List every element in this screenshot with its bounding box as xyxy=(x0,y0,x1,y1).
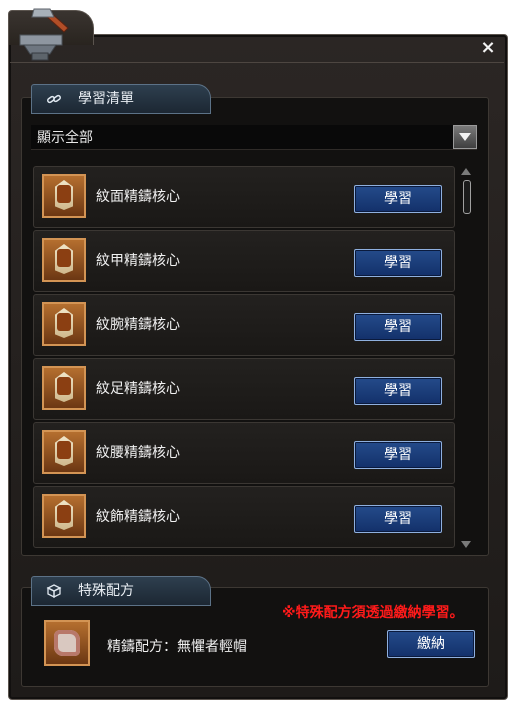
learn-button[interactable]: 學習 xyxy=(354,441,442,469)
filter-selected-value: 顯示全部 xyxy=(37,130,93,146)
learn-button[interactable]: 學習 xyxy=(354,377,442,405)
core-crystal-icon xyxy=(42,302,86,346)
item-name: 紋腕精鑄核心 xyxy=(96,317,180,333)
core-crystal-icon xyxy=(42,494,86,538)
special-recipe-title: 特殊配方 xyxy=(78,583,134,599)
recipe-scroll-icon xyxy=(44,620,90,666)
close-button[interactable]: × xyxy=(478,38,498,58)
core-crystal-icon xyxy=(42,174,86,218)
learn-button[interactable]: 學習 xyxy=(354,313,442,341)
scroll-thumb[interactable] xyxy=(463,180,471,214)
list-scrollbar[interactable] xyxy=(460,168,472,548)
learn-button[interactable]: 學習 xyxy=(354,249,442,277)
item-name: 紋面精鑄核心 xyxy=(96,189,180,205)
list-item: 紋面精鑄核心 學習 xyxy=(33,166,455,228)
core-crystal-icon xyxy=(42,430,86,474)
item-name: 紋足精鑄核心 xyxy=(96,381,180,397)
filter-dropdown[interactable]: 顯示全部 xyxy=(31,125,477,150)
anvil-hammer-icon xyxy=(19,8,69,61)
item-name: 紋飾精鑄核心 xyxy=(96,509,180,525)
list-item: 紋甲精鑄核心 學習 xyxy=(33,230,455,292)
learning-list-title: 學習清單 xyxy=(78,91,134,107)
list-item: 紋足精鑄核心 學習 xyxy=(33,358,455,420)
learning-item-list: 紋面精鑄核心 學習 紋甲精鑄核心 學習 紋腕精鑄核心 學習 紋足精鑄核心 學習 … xyxy=(33,166,455,550)
special-recipe-notice: ※特殊配方須透過繳納學習。 xyxy=(282,605,464,621)
list-item: 紋腰精鑄核心 學習 xyxy=(33,422,455,484)
learn-button[interactable]: 學習 xyxy=(354,185,442,213)
submit-button[interactable]: 繳納 xyxy=(387,630,475,658)
list-item: 紋腕精鑄核心 學習 xyxy=(33,294,455,356)
recipe-name: 精鑄配方：無懼者輕帽 xyxy=(107,639,247,655)
scroll-up-icon[interactable] xyxy=(461,168,471,175)
box-icon xyxy=(46,584,62,599)
core-crystal-icon xyxy=(42,238,86,282)
scroll-down-icon[interactable] xyxy=(461,541,471,548)
item-name: 紋腰精鑄核心 xyxy=(96,445,180,461)
item-name: 紋甲精鑄核心 xyxy=(96,253,180,269)
learn-button[interactable]: 學習 xyxy=(354,505,442,533)
chevron-down-icon[interactable] xyxy=(453,125,477,149)
list-item: 紋飾精鑄核心 學習 xyxy=(33,486,455,548)
learning-list-tab: 學習清單 xyxy=(31,84,211,114)
chain-link-icon xyxy=(47,94,61,104)
special-recipe-tab: 特殊配方 xyxy=(31,576,211,606)
title-divider xyxy=(10,62,504,73)
core-crystal-icon xyxy=(42,366,86,410)
